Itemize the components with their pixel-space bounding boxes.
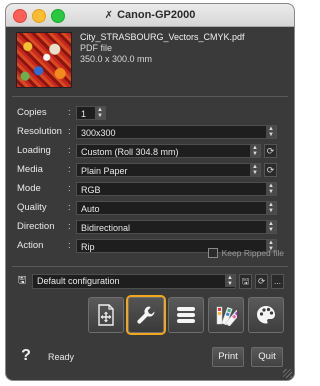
stack-icon: [177, 307, 195, 323]
chevron-down-icon: ▲ ▼: [266, 183, 276, 195]
app-window: ✗ Canon-GP2000 City_STRASBOURG_Vectors_C…: [6, 4, 294, 380]
action-label: Action: [17, 240, 44, 251]
direction-row: Direction : Bidirectional ▲ ▼: [6, 218, 294, 237]
status-text: Ready: [48, 352, 75, 362]
wrench-icon: [137, 306, 155, 324]
quality-select[interactable]: Auto ▲ ▼: [76, 201, 277, 215]
refresh-config-button[interactable]: ⟳: [255, 274, 268, 289]
print-button[interactable]: Print: [212, 347, 244, 367]
title-bar: ✗ Canon-GP2000: [6, 4, 294, 27]
keep-ripped-checkbox[interactable]: [207, 248, 218, 258]
chevron-down-icon: ▲ ▼: [250, 145, 260, 157]
tool-bar: [6, 297, 294, 339]
refresh-media-button[interactable]: ⟳: [264, 163, 277, 177]
refresh-loading-button[interactable]: ⟳: [264, 144, 277, 158]
save-config-button[interactable]: 🖫: [239, 274, 252, 289]
quality-row: Quality : Auto ▲ ▼: [6, 199, 294, 218]
chevron-down-icon: ▲ ▼: [266, 202, 276, 214]
window-title: Canon-GP2000: [117, 9, 196, 21]
loading-select[interactable]: Custom (Roll 304.8 mm) ▲ ▼: [76, 144, 261, 158]
swatch-icon: [216, 306, 237, 326]
direction-select[interactable]: Bidirectional ▲ ▼: [76, 220, 277, 234]
more-config-button[interactable]: ...: [271, 274, 284, 289]
resize-grip[interactable]: [283, 369, 292, 378]
loading-label: Loading: [17, 145, 51, 156]
media-label: Media: [17, 164, 43, 175]
printer-config-icon: 🖫: [17, 275, 27, 286]
palette-icon: [257, 306, 275, 324]
divider: [12, 266, 288, 267]
settings-tool[interactable]: [128, 297, 164, 333]
direction-label: Direction: [17, 221, 55, 232]
mode-row: Mode : RGB ▲ ▼: [6, 180, 294, 199]
keep-ripped-option[interactable]: Keep Ripped file: [207, 248, 284, 258]
chevron-down-icon: ▲ ▼: [266, 221, 276, 233]
copies-input[interactable]: 1 ▲ ▼: [76, 106, 106, 120]
app-icon: ✗: [104, 9, 114, 21]
keep-ripped-label: Keep Ripped file: [221, 248, 284, 258]
add-file-tool[interactable]: [88, 297, 124, 333]
add-file-icon: [98, 304, 114, 326]
resolution-select[interactable]: 300x300 ▲ ▼: [76, 125, 277, 139]
configuration-bar: 🖫 Default configuration ▲ ▼ 🖫 ⟳ ...: [16, 274, 284, 289]
help-icon[interactable]: ?: [18, 346, 34, 366]
resolution-row: Resolution : 300x300 ▲ ▼: [6, 123, 294, 142]
mode-label: Mode: [17, 183, 41, 194]
mode-select[interactable]: RGB ▲ ▼: [76, 182, 277, 196]
file-dimensions: 350.0 x 300.0 mm: [80, 54, 153, 64]
file-name: City_STRASBOURG_Vectors_CMYK.pdf: [80, 32, 245, 42]
palette-tool[interactable]: [248, 297, 284, 333]
media-row: Media : Plain Paper ▲ ▼ ⟳: [6, 161, 294, 180]
file-thumbnail: [16, 32, 72, 88]
color-swatch-tool[interactable]: [208, 297, 244, 333]
settings-list: Copies : 1 ▲ ▼ Resolution : 300x300 ▲ ▼ Lo…: [6, 104, 294, 256]
media-select[interactable]: Plain Paper ▲ ▼: [76, 163, 261, 177]
chevron-down-icon: ▲ ▼: [225, 275, 235, 287]
queue-tool[interactable]: [168, 297, 204, 333]
loading-row: Loading : Custom (Roll 304.8 mm) ▲ ▼ ⟳: [6, 142, 294, 161]
footer: ? Ready Print Quit: [6, 344, 294, 380]
copies-stepper[interactable]: ▲ ▼: [95, 107, 105, 119]
quit-button[interactable]: Quit: [251, 347, 283, 367]
divider: [12, 96, 288, 97]
configuration-select[interactable]: Default configuration ▲ ▼: [32, 274, 236, 289]
file-type: PDF file: [80, 43, 113, 53]
chevron-down-icon: ▲ ▼: [250, 164, 260, 176]
chevron-down-icon: ▲ ▼: [266, 126, 276, 138]
copies-row: Copies : 1 ▲ ▼: [6, 104, 294, 123]
file-info: City_STRASBOURG_Vectors_CMYK.pdf PDF fil…: [6, 26, 294, 92]
quality-label: Quality: [17, 202, 47, 213]
copies-label: Copies: [17, 107, 47, 118]
resolution-label: Resolution: [17, 126, 62, 137]
